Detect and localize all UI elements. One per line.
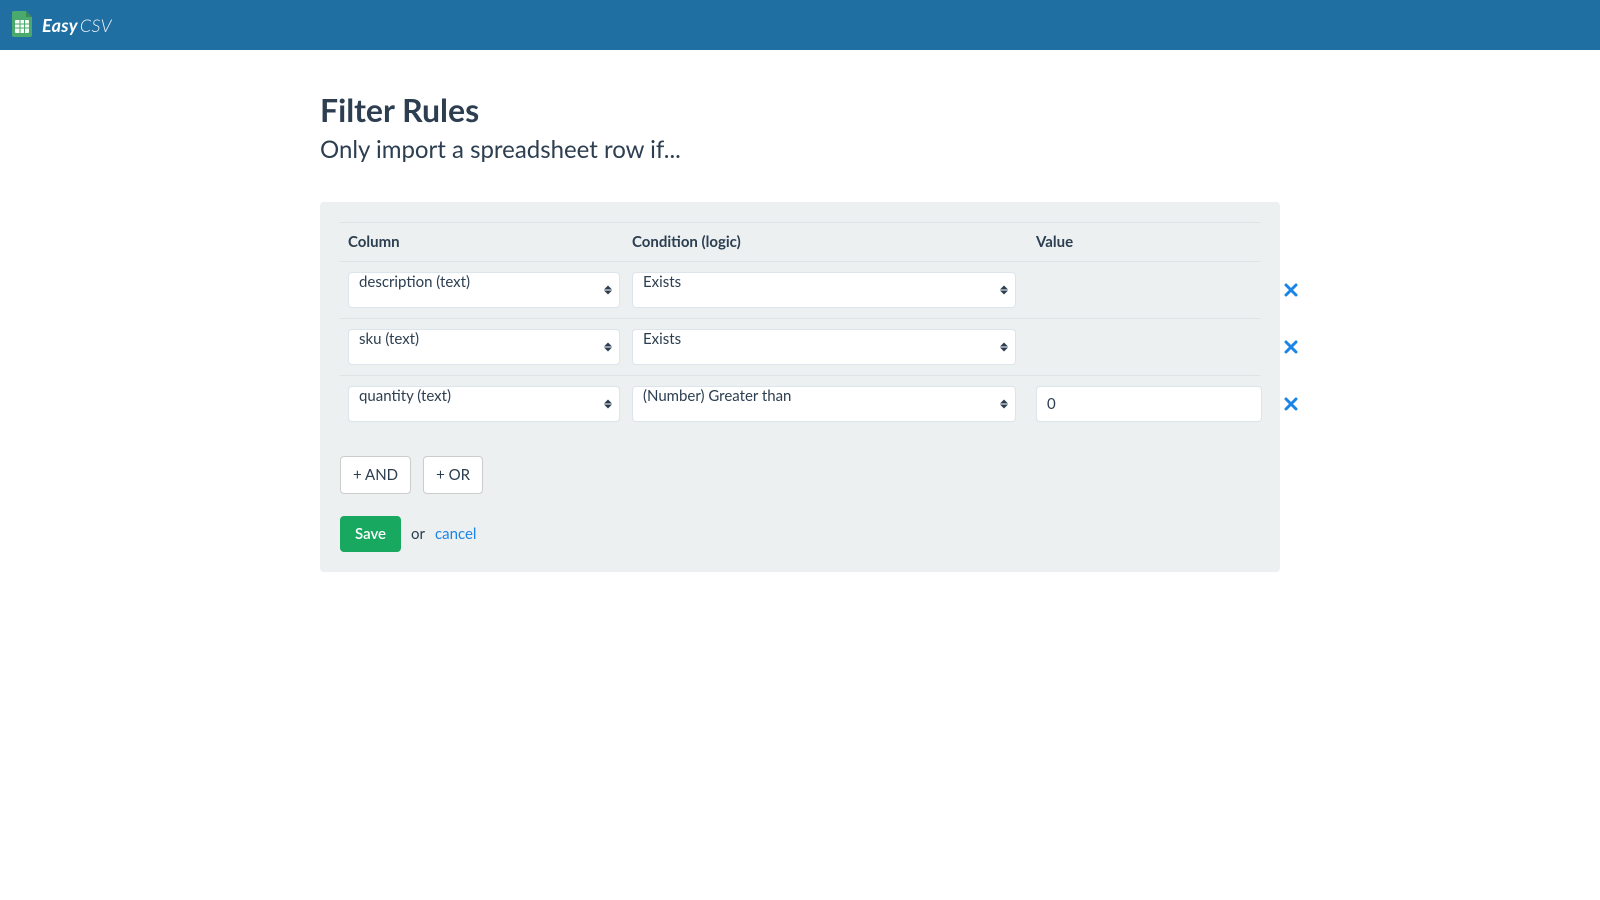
delete-rule-button[interactable] bbox=[1278, 393, 1304, 415]
delete-rule-button[interactable] bbox=[1278, 336, 1304, 358]
page-title: Filter Rules bbox=[320, 90, 1280, 129]
filter-rules-panel: Column Condition (logic) Value descripti… bbox=[320, 202, 1280, 572]
brand-text: EasyCSV bbox=[42, 14, 112, 36]
close-icon bbox=[1284, 283, 1298, 297]
rule-row: quantity (text) (Number) Greater than bbox=[340, 375, 1260, 432]
rule-row: description (text) Exists bbox=[340, 261, 1260, 318]
brand-logo[interactable]: EasyCSV bbox=[12, 11, 112, 39]
spreadsheet-icon bbox=[12, 11, 34, 39]
add-rule-buttons: + AND + OR bbox=[340, 456, 1260, 494]
condition-select[interactable]: (Number) Greater than bbox=[632, 386, 1016, 422]
rules-header-row: Column Condition (logic) Value bbox=[340, 222, 1260, 261]
save-button[interactable]: Save bbox=[340, 516, 401, 552]
value-input[interactable] bbox=[1036, 386, 1262, 422]
condition-select[interactable]: Exists bbox=[632, 272, 1016, 308]
save-row: Save or cancel bbox=[340, 516, 1260, 552]
add-and-button[interactable]: + AND bbox=[340, 456, 411, 494]
column-select[interactable]: quantity (text) bbox=[348, 386, 620, 422]
navbar: EasyCSV bbox=[0, 0, 1600, 50]
column-select[interactable]: description (text) bbox=[348, 272, 620, 308]
delete-rule-button[interactable] bbox=[1278, 279, 1304, 301]
cancel-link[interactable]: cancel bbox=[435, 525, 476, 543]
add-or-button[interactable]: + OR bbox=[423, 456, 483, 494]
close-icon bbox=[1284, 340, 1298, 354]
close-icon bbox=[1284, 397, 1298, 411]
header-column: Column bbox=[340, 233, 620, 251]
column-select[interactable]: sku (text) bbox=[348, 329, 620, 365]
header-condition: Condition (logic) bbox=[632, 233, 1016, 251]
or-text: or bbox=[411, 525, 425, 543]
page-subtitle: Only import a spreadsheet row if... bbox=[320, 135, 1280, 164]
header-value: Value bbox=[1028, 233, 1262, 251]
rule-row: sku (text) Exists bbox=[340, 318, 1260, 375]
condition-select[interactable]: Exists bbox=[632, 329, 1016, 365]
